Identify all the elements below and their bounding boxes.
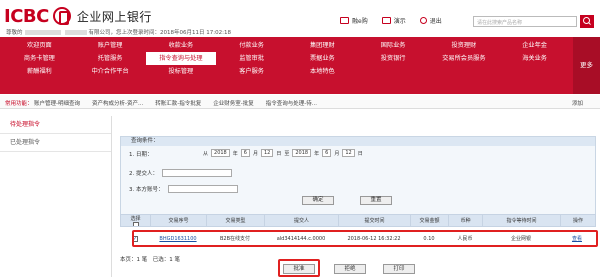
col-currency: 币种 — [449, 215, 483, 226]
nav-item[interactable]: 商务卡管理 — [4, 52, 75, 65]
nav-more-button[interactable]: 更多 — [573, 37, 600, 94]
confirm-button[interactable]: 确定 — [302, 196, 334, 205]
nav-item[interactable]: 投标管理 — [146, 65, 217, 78]
col-op: 操作 — [572, 218, 583, 224]
from-year-select[interactable]: 2018 — [211, 149, 230, 157]
bank-title: 企业网上银行 — [76, 9, 152, 24]
nav-item — [429, 65, 500, 78]
icbc-logo[interactable]: ICBC 企业网上银行 — [4, 5, 152, 27]
quick-links: 账户管理-明细查询 资产构成分析-资产... 转账汇款-指令批复 企业财务室-批… — [34, 99, 317, 107]
nav-item[interactable]: 账户管理 — [75, 39, 146, 52]
icbc-seal-icon — [52, 7, 71, 25]
nav-item[interactable]: 付款业务 — [216, 39, 287, 52]
col-time: 提交时间 — [339, 215, 411, 226]
from-month-select[interactable]: 6 — [240, 149, 250, 157]
page-summary: 本页：1 笔 已选：1 笔 — [120, 257, 180, 263]
sidebar-item-pending[interactable]: 待处理指令 — [0, 116, 111, 134]
reset-button[interactable]: 重置 — [360, 196, 392, 205]
nav-item[interactable]: 投资理财 — [429, 39, 500, 52]
nav-item[interactable]: 监管审批 — [216, 52, 287, 65]
main-content: 查询条件： 1. 日期： 从 2018 年 6月 12 日 至 2018 年 6月 1… — [120, 116, 598, 277]
nav-item[interactable]: 薪酬福利 — [4, 65, 75, 78]
col-wait: 指令等待时间 — [483, 215, 561, 226]
table-header: 选择 交易序号 交易类型 提交人 提交时间 交易金额 币种 指令等待时间 操作 — [120, 214, 596, 227]
query-panel: 查询条件： 1. 日期： 从 2018 年 6月 12 日 至 2018 年 6月 1… — [120, 136, 596, 216]
submitter-row: 2. 提交人： — [129, 169, 232, 177]
nav-item[interactable]: 收款业务 — [146, 39, 217, 52]
redacted-name — [64, 30, 87, 35]
quick-links-bar: 常用功能： 账户管理-明细查询 资产构成分析-资产... 转账汇款-指令批复 企… — [0, 95, 600, 109]
approve-highlight — [278, 259, 320, 277]
account-input[interactable] — [167, 185, 238, 193]
nav-item[interactable]: 中介合作平台 — [75, 65, 146, 78]
nav-item[interactable]: 集团理财 — [287, 39, 358, 52]
nav-item — [499, 65, 570, 78]
col-type: 交易类型 — [207, 215, 265, 226]
welcome-text: 尊敬的 有限公司，您上次登录时间：2018年06月11日 17:02:18 — [6, 30, 231, 36]
main-nav: 欢迎页面 账户管理 收款业务 付款业务 集团理财 国际业务 投资理财 企业年金商务卡管理 托管服… — [0, 37, 600, 94]
quick-link[interactable]: 资产构成分析-资产... — [92, 99, 143, 107]
col-seq: 交易序号 — [151, 215, 207, 226]
nav-item[interactable]: 托管服务 — [75, 52, 146, 65]
page-root: ICBC 企业网上银行 尊敬的 有限公司，您上次登录时间：2018年06月11日 … — [0, 0, 600, 277]
header: ICBC 企业网上银行 尊敬的 有限公司，您上次登录时间：2018年06月11日 … — [0, 0, 600, 36]
nav-item[interactable]: 指令查询与处理 — [145, 52, 217, 65]
nav-item[interactable]: 海关业务 — [499, 52, 570, 65]
quick-link[interactable]: 账户管理-明细查询 — [34, 99, 80, 107]
submitter-label: 2. 提交人： — [129, 171, 158, 177]
col-submitter: 提交人 — [265, 215, 339, 226]
date-label: 1. 日期： — [129, 152, 153, 158]
quick-link[interactable]: 指令查询与处理-待... — [266, 99, 317, 107]
header-links: 融e购 演示 退出 — [340, 16, 442, 25]
col-select: 选择 — [121, 215, 151, 226]
date-row: 1. 日期： — [129, 150, 153, 158]
submitter-input[interactable] — [162, 169, 232, 177]
power-icon — [419, 17, 427, 24]
to-year-select[interactable]: 2018 — [292, 149, 312, 157]
nav-item[interactable]: 客户服务 — [216, 65, 287, 78]
quick-link[interactable]: 转账汇款-指令批复 — [155, 99, 201, 107]
date-range: 从 2018 年 6月 12 日 至 2018 年 6月 12 日 — [203, 149, 363, 157]
logo-text: ICBC — [4, 5, 49, 27]
account-label: 3. 本方账号： — [129, 187, 164, 193]
demo-link[interactable]: 演示 — [381, 16, 406, 25]
search-button[interactable] — [580, 15, 594, 28]
to-day-select[interactable]: 12 — [342, 149, 355, 157]
reject-button[interactable]: 拒绝 — [334, 264, 366, 274]
row-highlight — [132, 230, 598, 247]
from-day-select[interactable]: 12 — [260, 149, 274, 157]
nav-item[interactable]: 票据业务 — [287, 52, 358, 65]
redacted-name — [24, 30, 61, 35]
nav-item[interactable]: 企业年金 — [499, 39, 570, 52]
monitor-icon — [381, 17, 391, 24]
col-amount: 交易金额 — [411, 215, 449, 226]
add-quick-link-button[interactable]: 添加 — [572, 99, 583, 107]
nav-item[interactable]: 国际业务 — [358, 39, 429, 52]
query-title: 查询条件： — [121, 137, 595, 146]
print-button[interactable]: 打印 — [383, 264, 415, 274]
quick-link[interactable]: 企业财务室-批复 — [213, 99, 254, 107]
rong-e-gou-link[interactable]: 融e购 — [340, 16, 368, 25]
account-row: 3. 本方账号： — [129, 185, 238, 193]
to-month-select[interactable]: 6 — [322, 149, 332, 157]
cart-icon — [340, 17, 349, 24]
sidebar: 待处理指令 已处理指令 — [0, 116, 112, 277]
nav-item — [358, 65, 429, 78]
nav-grid: 欢迎页面 账户管理 收款业务 付款业务 集团理财 国际业务 投资理财 企业年金商务卡管理 托管服… — [4, 39, 570, 78]
nav-item[interactable]: 投资银行 — [358, 52, 429, 65]
nav-item[interactable]: 本地特色 — [287, 65, 358, 78]
nav-item[interactable]: 交易所会员服务 — [429, 52, 500, 65]
logout-link[interactable]: 退出 — [419, 16, 442, 25]
nav-item[interactable]: 欢迎页面 — [4, 39, 75, 52]
select-all-checkbox[interactable] — [132, 222, 139, 226]
quick-links-label: 常用功能： — [5, 101, 33, 107]
search-input[interactable]: 请在此搜索产品名称 — [473, 16, 577, 27]
sidebar-item-processed[interactable]: 已处理指令 — [0, 134, 111, 152]
